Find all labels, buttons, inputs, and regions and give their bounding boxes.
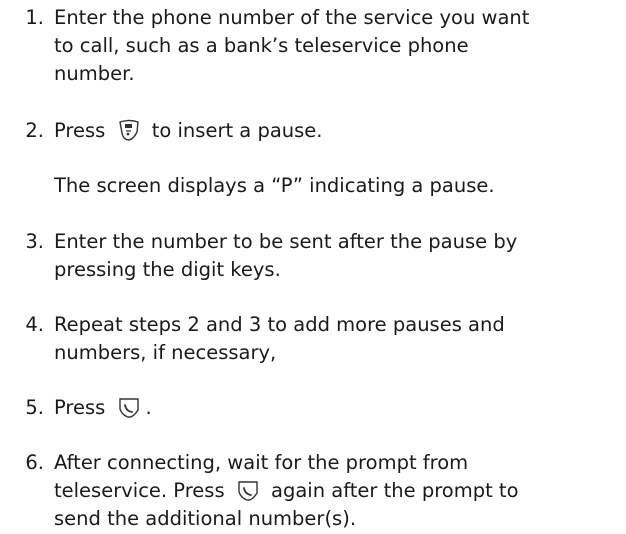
- step-text: Enter the number to be sent after the pa…: [54, 228, 620, 284]
- step-text-after-icon: .: [145, 396, 152, 419]
- step-number: 2.: [25, 119, 44, 142]
- step-line: pressing the digit keys.: [54, 258, 281, 281]
- step-line: Enter the number to be sent after the pa…: [54, 230, 518, 253]
- step-number: 4.: [25, 313, 44, 336]
- step-line: send the additional number(s).: [54, 507, 357, 530]
- send-key-icon: [118, 398, 139, 418]
- step-line: After connecting, wait for the prompt fr…: [54, 451, 469, 474]
- step-text: Enter the phone number of the service yo…: [54, 4, 620, 88]
- step-number: 5.: [25, 396, 44, 419]
- step-text: Press to insert a pause.: [54, 117, 620, 145]
- step-line: numbers, if necessary,: [54, 341, 277, 364]
- step-text: After connecting, wait for the prompt fr…: [54, 449, 620, 533]
- step-line: number.: [54, 62, 135, 85]
- step-text: Repeat steps 2 and 3 to add more pauses …: [54, 311, 620, 367]
- step-text-before-icon: teleservice. Press: [54, 479, 225, 502]
- step-text-before-icon: Press: [54, 119, 106, 142]
- step-line: Enter the phone number of the service yo…: [54, 6, 530, 29]
- step-line: to call, such as a bank’s teleservice ph…: [54, 34, 469, 57]
- instruction-list: 1. Enter the phone number of the service…: [0, 0, 626, 534]
- step-line: Repeat steps 2 and 3 to add more pauses …: [54, 313, 505, 336]
- step-text-before-icon: Press: [54, 396, 106, 419]
- step-text-after-icon: to insert a pause.: [151, 119, 323, 142]
- step-text: Press .: [54, 394, 620, 422]
- send-key-icon: [238, 481, 258, 501]
- step-number: 3.: [25, 230, 44, 253]
- menu-key-icon: [118, 119, 139, 141]
- pause-note: The screen displays a “P” indicating a p…: [54, 174, 495, 197]
- step-text-after-icon: again after the prompt to: [271, 479, 519, 502]
- step-number: 6.: [25, 451, 44, 474]
- step-number: 1.: [25, 6, 44, 29]
